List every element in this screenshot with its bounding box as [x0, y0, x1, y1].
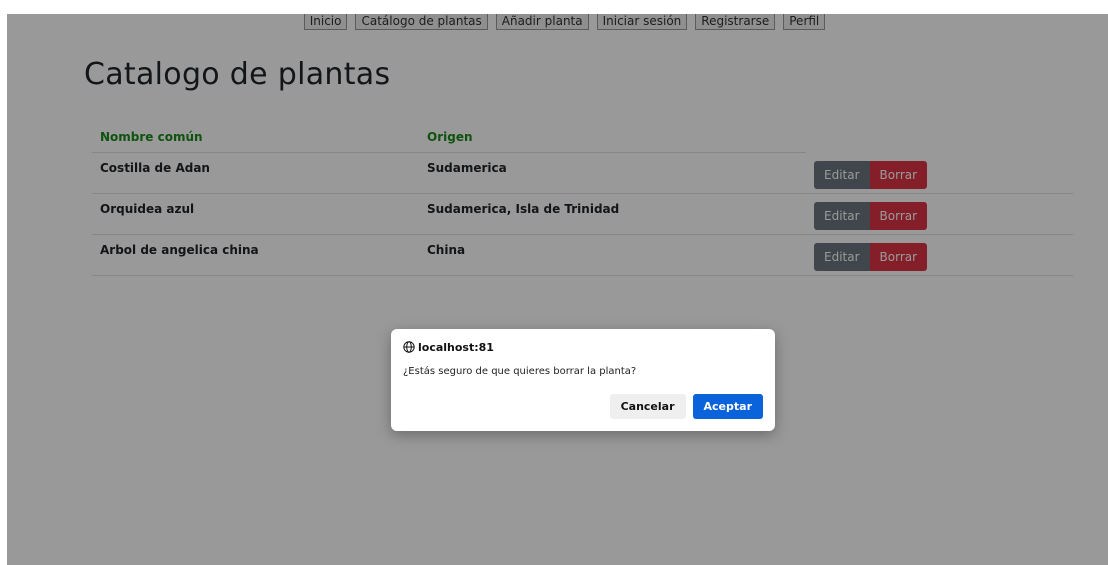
globe-icon — [403, 341, 415, 353]
dialog-origin: localhost:81 — [403, 340, 763, 354]
confirm-dialog: localhost:81 ¿Estás seguro de que quiere… — [391, 329, 775, 431]
dialog-buttons: Cancelar Aceptar — [609, 394, 763, 419]
dialog-message: ¿Estás seguro de que quieres borrar la p… — [403, 366, 637, 377]
dialog-origin-text: localhost:81 — [418, 340, 494, 354]
modal-overlay — [7, 14, 1108, 565]
cancel-button[interactable]: Cancelar — [609, 394, 686, 419]
accept-button[interactable]: Aceptar — [692, 394, 763, 419]
